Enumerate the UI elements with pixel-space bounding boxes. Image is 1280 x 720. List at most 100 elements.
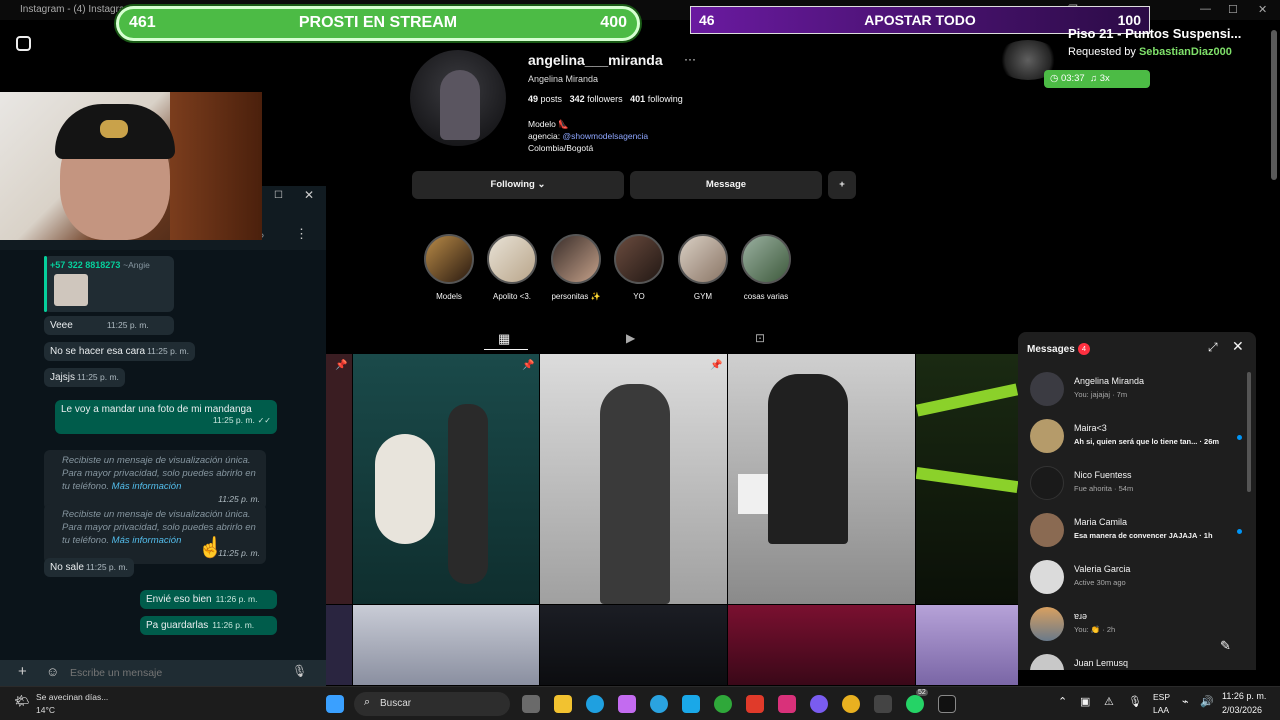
- post-tile[interactable]: [916, 605, 1018, 685]
- language-2[interactable]: LAA: [1153, 705, 1169, 715]
- message-bubble[interactable]: No sale 11:25 p. m.: [44, 558, 134, 577]
- conversation-item[interactable]: Angelina Miranda You: jajajaj · 7m: [1018, 368, 1248, 414]
- taskbar-search[interactable]: ⌕ Buscar: [354, 692, 510, 716]
- task-view-icon[interactable]: [522, 695, 540, 713]
- message-bubble-outgoing[interactable]: Envié eso bien 11:26 p. m.: [140, 590, 277, 609]
- app-icon[interactable]: [810, 695, 828, 713]
- view-once-notice: Recibiste un mensaje de visualización ún…: [44, 504, 266, 564]
- conversation-item[interactable]: Maria Camila Esa manera de convencer JAJ…: [1018, 509, 1248, 555]
- message-bubble[interactable]: No se hacer esa cara 11:25 p. m.: [44, 342, 195, 361]
- song-multiplier: 3x: [1099, 73, 1110, 84]
- story-highlight-models[interactable]: [424, 234, 474, 284]
- more-options-icon[interactable]: ···: [684, 52, 696, 66]
- reels-tab-icon[interactable]: ▶: [626, 331, 635, 345]
- post-tile[interactable]: [540, 354, 727, 604]
- message-input[interactable]: [70, 664, 270, 682]
- edge-icon[interactable]: [586, 695, 604, 713]
- scrollbar[interactable]: [1247, 372, 1251, 492]
- language-1[interactable]: ESP: [1153, 692, 1170, 702]
- story-highlight-personitas[interactable]: [551, 234, 601, 284]
- story-highlight-gym[interactable]: [678, 234, 728, 284]
- menu-icon[interactable]: ⋮: [295, 226, 308, 242]
- conversation-item[interactable]: Juan Lemusq: [1018, 650, 1248, 670]
- bio-link[interactable]: @showmodelsagencia: [563, 131, 649, 141]
- profile-avatar[interactable]: [410, 50, 506, 146]
- tray-icon[interactable]: ⚠: [1104, 695, 1114, 708]
- following-count[interactable]: 401: [630, 94, 645, 104]
- instagram-icon[interactable]: [16, 36, 31, 51]
- wifi-icon[interactable]: ⌁: [1182, 695, 1189, 708]
- conversation-name: Maira<3: [1074, 423, 1107, 433]
- message-bubble-outgoing[interactable]: Pa guardarlas 11:26 p. m.: [140, 616, 277, 635]
- add-user-icon: +: [839, 179, 845, 190]
- bio-location: Colombia/Bogotá: [528, 143, 594, 153]
- message-bubble[interactable]: Veee 11:25 p. m.: [44, 316, 174, 335]
- minimize-icon[interactable]: —: [1200, 3, 1211, 15]
- tiktok-icon[interactable]: [938, 695, 956, 713]
- add-user-button[interactable]: +: [828, 171, 856, 199]
- conversation-item[interactable]: Nico Fuentess Fue ahorita · 54m: [1018, 462, 1248, 508]
- post-tile[interactable]: [326, 354, 352, 604]
- maximize-icon[interactable]: ☐: [274, 190, 283, 201]
- conversation-name: Angelina Miranda: [1074, 376, 1145, 386]
- telegram-icon[interactable]: [650, 695, 668, 713]
- clock-time[interactable]: 11:26 p. m.: [1222, 691, 1266, 701]
- whatsapp-icon[interactable]: [906, 695, 924, 713]
- compose-icon[interactable]: ✎: [1220, 638, 1231, 654]
- instagram-app-icon[interactable]: [778, 695, 796, 713]
- wps-icon[interactable]: [746, 695, 764, 713]
- emoji-icon[interactable]: ☺: [46, 664, 59, 679]
- story-highlight-cosas-varias[interactable]: [741, 234, 791, 284]
- post-tile[interactable]: [728, 354, 915, 604]
- outlook-icon[interactable]: [682, 695, 700, 713]
- avatar: [1030, 372, 1064, 406]
- page-scrollbar[interactable]: [1271, 30, 1277, 180]
- tray-icon[interactable]: ▣: [1080, 695, 1090, 708]
- following-label[interactable]: following: [648, 94, 683, 104]
- xbox-icon[interactable]: [714, 695, 732, 713]
- message-button[interactable]: Message: [630, 171, 822, 199]
- post-tile[interactable]: [353, 354, 539, 604]
- message-time: 11:25 p. m.: [212, 415, 255, 425]
- copilot-icon[interactable]: [618, 695, 636, 713]
- weather-icon[interactable]: 🌤: [14, 694, 29, 708]
- post-tile[interactable]: [353, 605, 539, 685]
- message-text: Envié eso bien: [146, 594, 212, 605]
- more-info-link[interactable]: Más información: [112, 481, 182, 492]
- clock-date[interactable]: 2/03/2026: [1222, 705, 1262, 715]
- close-icon[interactable]: ✕: [1232, 338, 1244, 355]
- conversation-item[interactable]: Maira<3 Ah si, quien será que lo tiene t…: [1018, 415, 1248, 461]
- close-icon[interactable]: ✕: [304, 188, 314, 202]
- file-explorer-icon[interactable]: [554, 695, 572, 713]
- story-highlight-yo[interactable]: [614, 234, 664, 284]
- chrome-icon[interactable]: [842, 695, 860, 713]
- chevron-up-icon[interactable]: ⌃: [1058, 695, 1067, 708]
- message-bubble[interactable]: Jajsjs 11:25 p. m.: [44, 368, 125, 387]
- followers-label[interactable]: followers: [587, 94, 623, 104]
- post-tile[interactable]: [326, 605, 352, 685]
- maximize-icon[interactable]: ☐: [1228, 3, 1238, 16]
- microphone-icon[interactable]: 🎙: [1128, 695, 1142, 708]
- posts-grid-tab-icon[interactable]: ▦: [498, 331, 510, 347]
- app-icon[interactable]: [874, 695, 892, 713]
- attach-plus-icon[interactable]: +: [18, 663, 27, 680]
- microphone-icon[interactable]: 🎙: [292, 664, 307, 678]
- more-info-link[interactable]: Más información: [112, 535, 182, 546]
- conversation-item[interactable]: ɐɹǝ You: 👏 · 2h: [1018, 603, 1248, 649]
- followers-count[interactable]: 342: [570, 94, 585, 104]
- weather-text[interactable]: Se avecinan días...: [36, 692, 108, 702]
- tagged-tab-icon[interactable]: ⊡: [755, 331, 765, 345]
- post-tile[interactable]: [728, 605, 915, 685]
- windows-start-icon[interactable]: [326, 695, 344, 713]
- post-tile[interactable]: [540, 605, 727, 685]
- message-bubble-outgoing[interactable]: Le voy a mandar una foto de mi mandanga …: [55, 400, 277, 434]
- following-button[interactable]: Following ⌄: [412, 171, 624, 199]
- volume-icon[interactable]: 🔊: [1200, 695, 1214, 708]
- story-highlight-apolito[interactable]: [487, 234, 537, 284]
- conversation-item[interactable]: Valeria Garcia Active 30m ago: [1018, 556, 1248, 602]
- bio-line: Modelo: [528, 119, 556, 129]
- close-window-icon[interactable]: ✕: [1258, 3, 1267, 16]
- post-tile[interactable]: [916, 354, 1018, 604]
- quoted-message[interactable]: +57 322 8818273 ~Angie: [44, 256, 174, 312]
- expand-icon[interactable]: ⤢: [1208, 340, 1218, 355]
